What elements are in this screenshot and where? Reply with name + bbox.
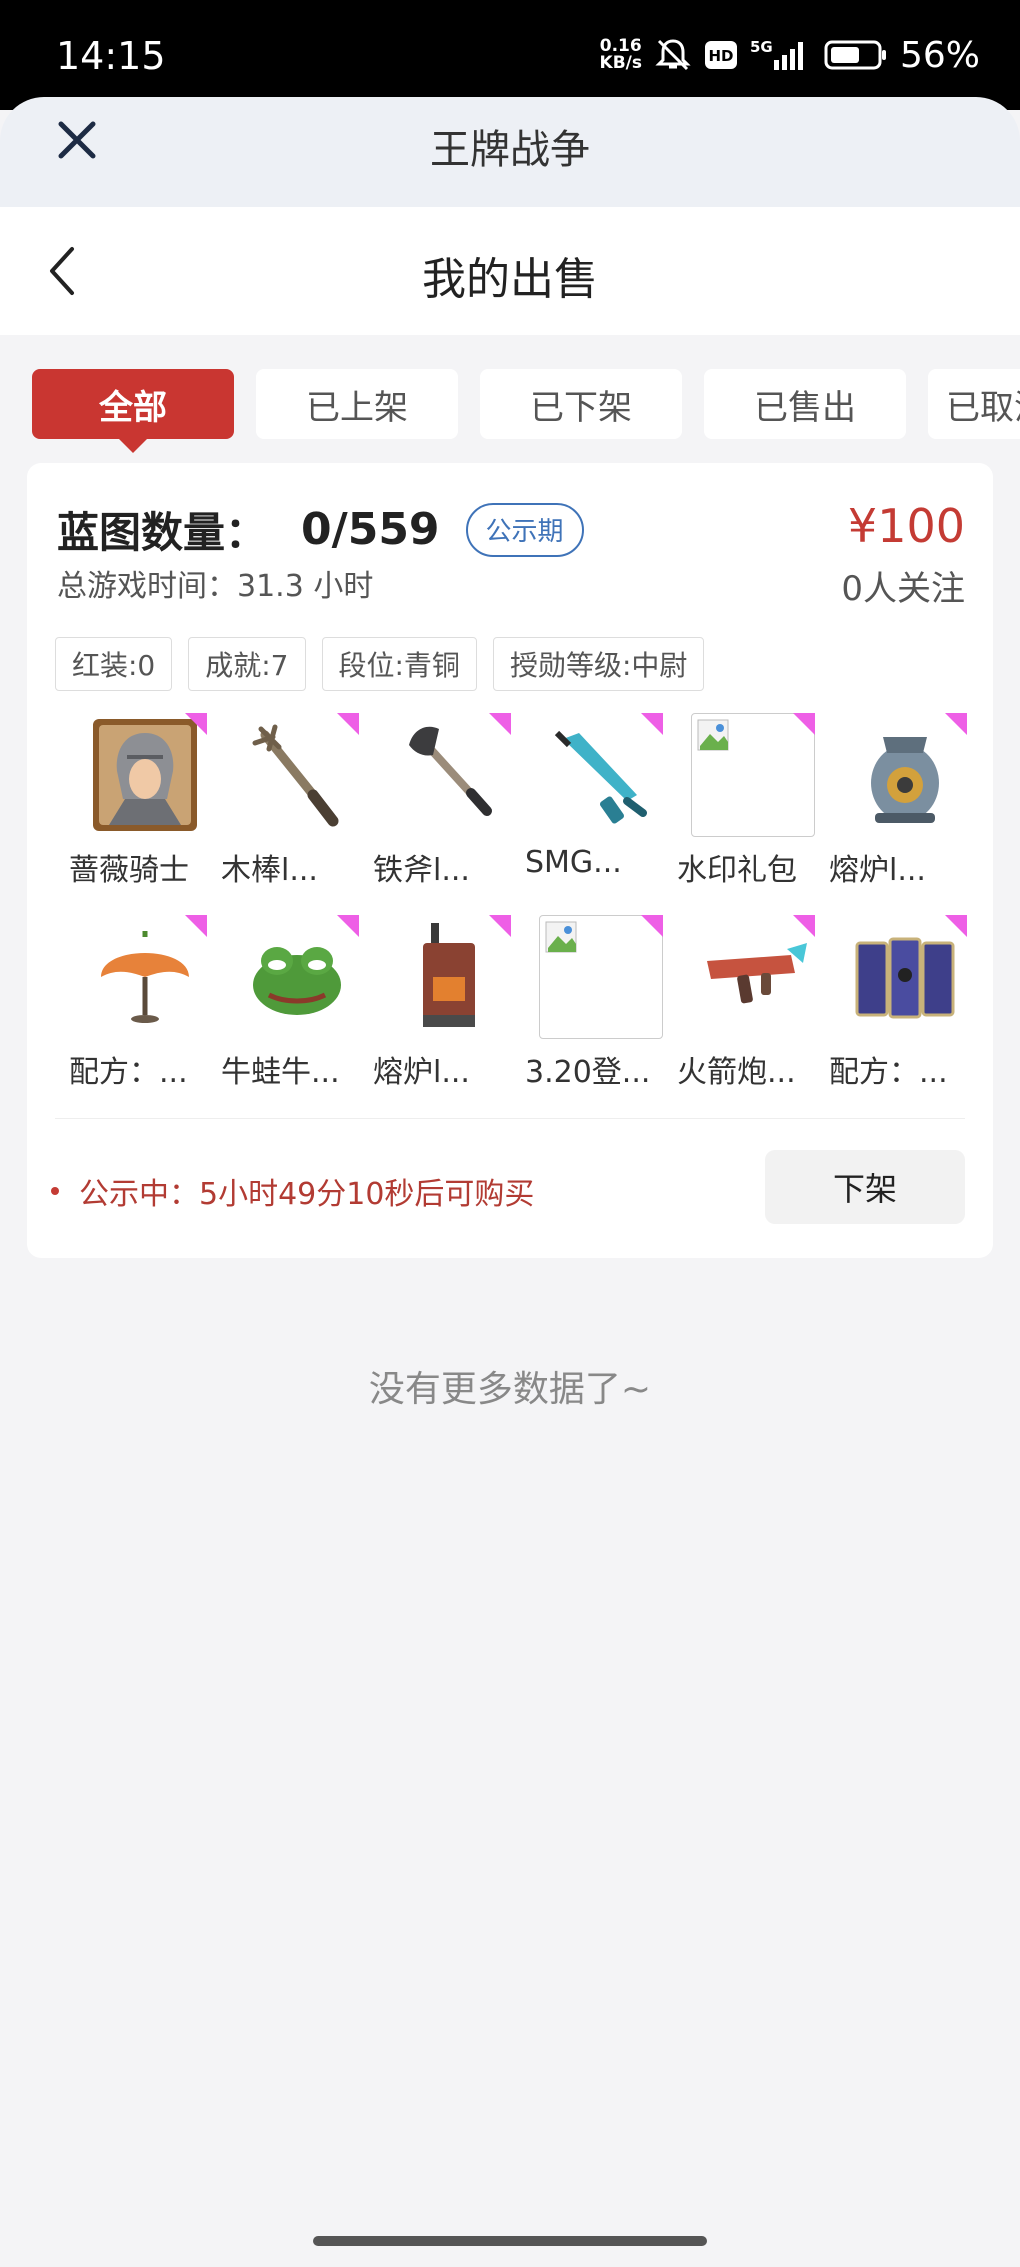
list-item[interactable]: 配方：... bbox=[817, 915, 969, 1090]
item-name: 牛蛙牛... bbox=[221, 1055, 340, 1090]
blueprint-label: 蓝图数量： bbox=[57, 508, 268, 557]
rarity-corner bbox=[489, 713, 511, 735]
item-name: 水印礼包 bbox=[677, 853, 797, 888]
signal-5g-icon: 5G bbox=[750, 38, 812, 72]
item-name: SMG... bbox=[525, 845, 622, 880]
tab-all[interactable]: 全部 bbox=[32, 369, 234, 453]
hd-icon: HD bbox=[704, 40, 738, 70]
status-bar: 14:15 0.16 KB/s HD 5G 56% bbox=[0, 0, 1020, 110]
status-badge: 公示期 bbox=[465, 502, 584, 557]
list-item[interactable]: 配方：... bbox=[57, 915, 209, 1090]
svg-text:HD: HD bbox=[708, 47, 733, 65]
tab-sold[interactable]: 已售出 bbox=[704, 369, 906, 439]
nav-bar: 我的出售 bbox=[0, 207, 1020, 335]
rarity-corner bbox=[793, 713, 815, 735]
rarity-corner bbox=[793, 915, 815, 937]
list-item[interactable]: 木棒l... bbox=[209, 713, 361, 888]
item-name: 配方：... bbox=[829, 1055, 948, 1090]
rarity-corner bbox=[641, 713, 663, 735]
list-item[interactable]: 熔炉l... bbox=[817, 713, 969, 888]
item-name: 铁斧l... bbox=[373, 853, 470, 888]
rarity-corner bbox=[641, 915, 663, 937]
playtime: 总游戏时间：31.3 小时 bbox=[57, 569, 374, 604]
notice-dot bbox=[51, 1187, 59, 1195]
followers-count: 0人关注 bbox=[841, 569, 965, 609]
item-name: 配方：... bbox=[69, 1055, 188, 1090]
tag-list: 红装:0 成就:7 段位:青铜 授勋等级:中尉 bbox=[55, 637, 705, 691]
tab-listed[interactable]: 已上架 bbox=[256, 369, 458, 439]
item-name: 木棒l... bbox=[221, 853, 318, 888]
list-item[interactable]: 铁斧l... bbox=[361, 713, 513, 888]
page-title: 我的出售 bbox=[422, 254, 598, 305]
list-item[interactable]: 火箭炮... bbox=[665, 915, 817, 1090]
notice-text: 公示中：5小时49分10秒后可购买 bbox=[79, 1177, 535, 1212]
item-name: 熔炉l... bbox=[829, 853, 926, 888]
list-item[interactable]: 牛蛙牛... bbox=[209, 915, 361, 1090]
no-more-data: 没有更多数据了~ bbox=[368, 1369, 652, 1410]
tag-medal-level: 授勋等级:中尉 bbox=[492, 637, 705, 691]
home-indicator[interactable] bbox=[313, 2236, 707, 2246]
publicity-notice: 公示中：5小时49分10秒后可购买 bbox=[51, 1169, 534, 1213]
rarity-corner bbox=[945, 713, 967, 735]
rarity-corner bbox=[337, 713, 359, 735]
delist-button[interactable]: 下架 bbox=[765, 1150, 965, 1224]
list-item[interactable]: 蔷薇骑士 bbox=[57, 713, 209, 888]
item-grid: 蔷薇骑士 木棒l... 铁斧l... SMG... 水印礼包 熔炉l... 配方… bbox=[57, 713, 973, 1090]
battery-percent: 56% bbox=[899, 34, 980, 76]
listing-card[interactable]: 蓝图数量： 0/559 公示期 总游戏时间：31.3 小时 ¥100 0人关注 … bbox=[27, 463, 993, 1258]
sheet-header: 王牌战争 bbox=[0, 97, 1020, 207]
battery-icon bbox=[824, 39, 888, 71]
tab-delisted[interactable]: 已下架 bbox=[480, 369, 682, 439]
tag-rank: 段位:青铜 bbox=[321, 637, 477, 691]
network-speed: 0.16 KB/s bbox=[599, 36, 642, 73]
item-name: 火箭炮... bbox=[677, 1055, 796, 1090]
mute-bell-icon bbox=[654, 36, 692, 74]
status-indicators: 0.16 KB/s HD 5G 56% bbox=[600, 30, 980, 80]
item-name: 熔炉l... bbox=[373, 1055, 470, 1090]
rarity-corner bbox=[489, 915, 511, 937]
tag-red-gear: 红装:0 bbox=[55, 637, 173, 691]
status-time: 14:15 bbox=[56, 34, 166, 78]
rarity-corner bbox=[945, 915, 967, 937]
item-name: 蔷薇骑士 bbox=[69, 853, 189, 888]
rarity-corner bbox=[185, 915, 207, 937]
list-item[interactable]: SMG... bbox=[513, 713, 665, 885]
blueprint-value: 0/559 bbox=[301, 504, 440, 555]
tag-achievement: 成就:7 bbox=[188, 637, 306, 691]
rarity-corner bbox=[337, 915, 359, 937]
blueprint-row: 蓝图数量： 0/559 公示期 bbox=[57, 499, 584, 560]
divider bbox=[55, 1118, 965, 1119]
item-name: 3.20登... bbox=[525, 1055, 651, 1090]
list-item[interactable]: 水印礼包 bbox=[665, 713, 817, 888]
rarity-corner bbox=[185, 713, 207, 735]
price: ¥100 bbox=[847, 499, 965, 553]
filter-tabs: 全部 已上架 已下架 已售出 已取消 bbox=[32, 369, 1020, 453]
list-item[interactable]: 熔炉l... bbox=[361, 915, 513, 1090]
tab-cancelled[interactable]: 已取消 bbox=[928, 369, 1020, 439]
list-item[interactable]: 3.20登... bbox=[513, 915, 665, 1090]
sheet-title: 王牌战争 bbox=[430, 127, 590, 173]
svg-text:5G: 5G bbox=[750, 38, 773, 56]
